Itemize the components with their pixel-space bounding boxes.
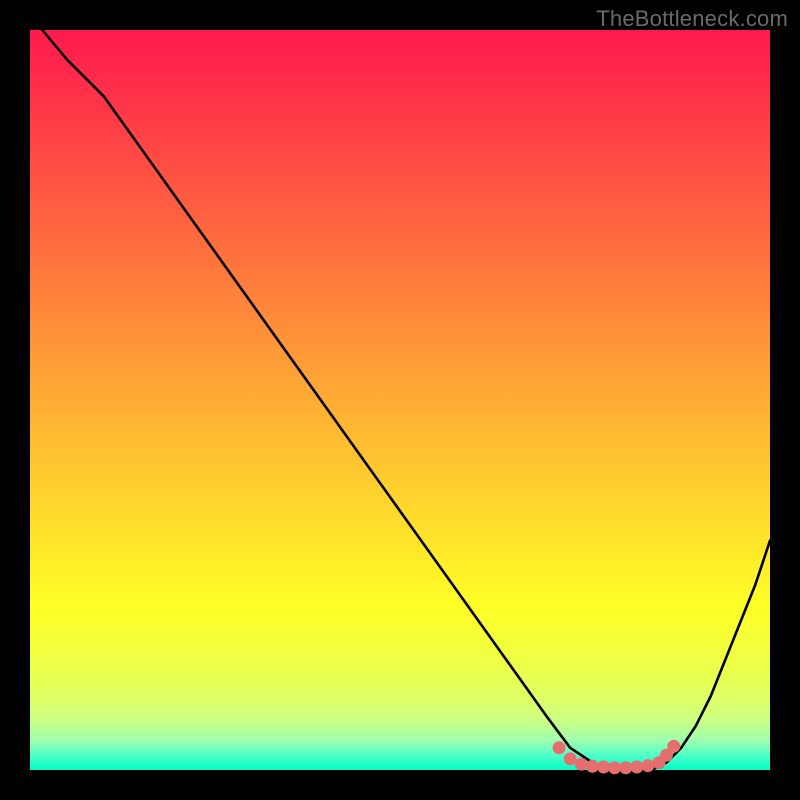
marker-dot [575,758,588,771]
optimal-region-markers [553,740,681,775]
marker-dot [608,761,621,774]
marker-dot [619,761,632,774]
markers-svg [0,0,800,800]
marker-dot [641,759,654,772]
marker-dot [564,752,577,765]
marker-dot [667,740,680,753]
marker-dot [597,761,610,774]
chart-container: TheBottleneck.com [0,0,800,800]
marker-dot [630,761,643,774]
marker-dot [553,741,566,754]
marker-dot [586,760,599,773]
watermark-text: TheBottleneck.com [596,6,788,32]
